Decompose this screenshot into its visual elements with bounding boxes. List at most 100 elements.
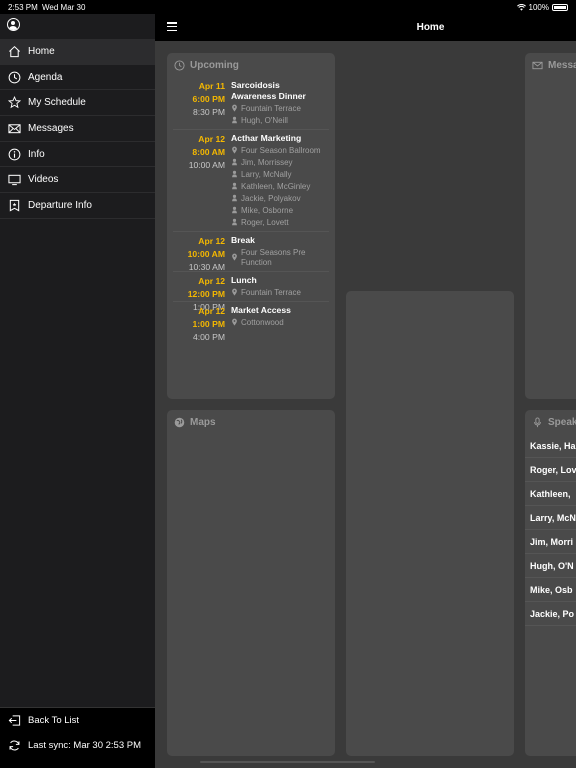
speaker-item[interactable]: Jackie, Po	[525, 602, 576, 626]
home-indicator	[200, 761, 375, 763]
event-end-time: 8:30 PM	[192, 107, 225, 117]
envelope-icon	[7, 121, 21, 135]
event-title: Acthar Marketing	[231, 133, 302, 143]
back-to-list-button[interactable]: Back To List	[0, 708, 155, 733]
sidebar-item-departure-info[interactable]: Departure Info	[0, 193, 155, 219]
event-times: Apr 12 1:00 PM 4:00 PM	[173, 305, 225, 344]
sidebar: Home Agenda My Schedule Messages Info Vi…	[0, 14, 155, 768]
event-title: Sarcoidosis Awareness Dinner	[231, 80, 306, 101]
status-date: Wed Mar 30	[42, 3, 86, 12]
event-person-name: Roger, Lovett	[241, 218, 289, 227]
speaker-item[interactable]: Larry, McN	[525, 506, 576, 530]
event-details: Lunch Fountain Terrace	[231, 275, 329, 298]
event-start-time: 12:00 PM	[187, 289, 225, 299]
sidebar-item-label: Home	[28, 45, 55, 57]
event-location-text: Four Seasons Pre Function	[241, 248, 306, 267]
event-item[interactable]: Apr 11 6:00 PM 8:30 PM Sarcoidosis Awarenes…	[173, 77, 329, 130]
sidebar-item-label: Departure Info	[28, 199, 92, 211]
sidebar-item-messages[interactable]: Messages	[0, 116, 155, 142]
messages-card: Messa	[525, 53, 576, 399]
sidebar-item-videos[interactable]: Videos	[0, 167, 155, 194]
speaker-item[interactable]: Kassie, Ha	[525, 434, 576, 458]
event-person: Roger, Lovett	[231, 216, 329, 228]
event-date: Apr 12	[198, 276, 225, 286]
messages-title: Messa	[548, 59, 576, 71]
event-person-name: Kathleen, McGinley	[241, 182, 311, 191]
event-end-time: 4:00 PM	[192, 332, 225, 342]
event-person-name: Hugh, O'Neill	[241, 116, 288, 125]
status-right: 100%	[516, 3, 568, 12]
event-person-name: Mike, Osborne	[241, 206, 294, 215]
event-location: Four Season Ballroom	[231, 144, 329, 156]
event-location-text: Fountain Terrace	[241, 104, 301, 113]
event-location: Four Seasons Pre Function	[231, 246, 329, 268]
star-icon	[7, 96, 21, 110]
maps-card: Maps	[167, 410, 335, 756]
event-location-text: Fountain Terrace	[241, 288, 301, 297]
speaker-item[interactable]: Hugh, O'N	[525, 554, 576, 578]
sidebar-footer: Back To List Last sync: Mar 30 2:53 PM	[0, 707, 155, 768]
sidebar-top	[0, 14, 155, 39]
info-icon	[7, 147, 21, 161]
event-item[interactable]: Apr 12 10:00 AM 10:30 AM Break Four Seasons …	[173, 232, 329, 272]
event-end-time: 10:00 AM	[188, 160, 225, 170]
event-item[interactable]: Apr 12 1:00 PM 4:00 PM Market Access Cottonw…	[173, 302, 329, 342]
back-to-list-label: Back To List	[28, 715, 80, 726]
speaker-item[interactable]: Roger, Lov	[525, 458, 576, 482]
person-icon	[231, 192, 241, 204]
event-location-text: Four Season Ballroom	[241, 146, 321, 155]
exit-icon	[7, 714, 21, 728]
location-pin-icon	[231, 286, 241, 298]
envelope-icon	[531, 59, 543, 71]
plane-icon	[7, 198, 21, 212]
event-person: Mike, Osborne	[231, 204, 329, 216]
speaker-item[interactable]: Mike, Osb	[525, 578, 576, 602]
event-location: Fountain Terrace	[231, 102, 329, 114]
person-icon	[231, 114, 241, 126]
maps-card-header: Maps	[167, 410, 335, 434]
upcoming-events-list: Apr 11 6:00 PM 8:30 PM Sarcoidosis Awarenes…	[167, 77, 335, 342]
event-location: Fountain Terrace	[231, 286, 329, 298]
event-person-name: Larry, McNally	[241, 170, 292, 179]
content-panel	[346, 291, 514, 756]
globe-icon	[173, 416, 185, 428]
event-item[interactable]: Apr 12 12:00 PM 1:00 PM Lunch Fountain Terra…	[173, 272, 329, 312]
person-icon	[231, 216, 241, 228]
sidebar-item-info[interactable]: Info	[0, 142, 155, 168]
sidebar-item-label: Agenda	[28, 71, 63, 83]
sync-button[interactable]: Last sync: Mar 30 2:53 PM	[0, 733, 155, 758]
event-times: Apr 12 10:00 AM 10:30 AM	[173, 235, 225, 274]
event-title: Break	[231, 235, 255, 245]
sidebar-item-label: Info	[28, 148, 45, 160]
profile-avatar-icon[interactable]	[7, 18, 20, 31]
event-item[interactable]: Apr 12 8:00 AM 10:00 AM Acthar Marketing Fou…	[173, 130, 329, 232]
sidebar-item-label: Videos	[28, 174, 59, 186]
speakers-list: Kassie, Ha Roger, Lov Kathleen, Larry, McN J…	[525, 434, 576, 626]
event-times: Apr 11 6:00 PM 8:30 PM	[173, 80, 225, 119]
speaker-item[interactable]: Kathleen,	[525, 482, 576, 506]
wifi-icon	[516, 4, 526, 11]
event-start-time: 6:00 PM	[192, 94, 225, 104]
event-details: Break Four Seasons Pre Function	[231, 235, 329, 268]
sidebar-item-agenda[interactable]: Agenda	[0, 65, 155, 91]
person-icon	[231, 180, 241, 192]
speakers-card: Speak Kassie, Ha Roger, Lov Kathleen, Larry…	[525, 410, 576, 756]
event-date: Apr 11	[198, 81, 225, 91]
status-time: 2:53 PM	[8, 3, 38, 12]
upcoming-card-header: Upcoming	[167, 53, 335, 77]
sidebar-item-my-schedule[interactable]: My Schedule	[0, 90, 155, 117]
event-start-time: 10:00 AM	[187, 249, 225, 259]
event-date: Apr 12	[198, 134, 225, 144]
last-sync-label: Last sync: Mar 30 2:53 PM	[28, 740, 141, 751]
event-date: Apr 12	[198, 306, 225, 316]
event-location-text: Cottonwood	[241, 318, 284, 327]
sync-icon	[7, 739, 21, 753]
event-location: Cottonwood	[231, 316, 329, 328]
page-title: Home	[416, 22, 445, 33]
event-person: Kathleen, McGinley	[231, 180, 329, 192]
event-details: Acthar Marketing Four Season Ballroom Jim,…	[231, 133, 329, 228]
speaker-item[interactable]: Jim, Morri	[525, 530, 576, 554]
status-bar: 2:53 PM Wed Mar 30 100%	[0, 0, 576, 14]
event-times: Apr 12 8:00 AM 10:00 AM	[173, 133, 225, 172]
sidebar-item-home[interactable]: Home	[0, 39, 155, 65]
